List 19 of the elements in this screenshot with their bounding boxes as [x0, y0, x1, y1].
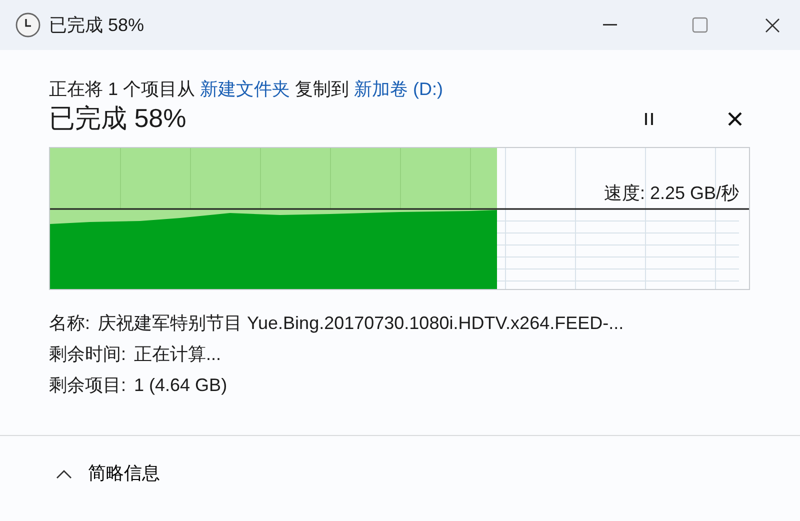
- close-icon: [728, 112, 742, 126]
- window-title: 已完成 58%: [49, 14, 144, 36]
- detail-label: 名称:: [49, 313, 90, 333]
- detail-value: 正在计算...: [134, 344, 222, 364]
- clock-icon: [15, 12, 41, 38]
- minimize-icon: [603, 24, 617, 26]
- pause-icon: [644, 112, 654, 126]
- progress-heading: 已完成 58%: [49, 103, 186, 135]
- details-toggle[interactable]: 简略信息: [56, 460, 160, 487]
- detail-label: 剩余时间:: [49, 344, 126, 364]
- speed-label: 速度: 2.25 GB/秒: [604, 182, 739, 205]
- close-icon: [764, 18, 780, 32]
- copy-status-text: 正在将 1 个项目从 新建文件夹 复制到 新加卷 (D:): [49, 78, 444, 101]
- detail-label: 剩余项目:: [49, 375, 126, 395]
- source-folder-link[interactable]: 新建文件夹: [200, 79, 290, 99]
- destination-drive-link[interactable]: 新加卷 (D:): [354, 79, 444, 99]
- detail-value: 1 (4.64 GB): [134, 375, 228, 395]
- maximize-icon: [692, 17, 708, 33]
- detail-value: 庆祝建军特别节目 Yue.Bing.20170730.1080i.HDTV.x264.FEED-...: [98, 313, 624, 333]
